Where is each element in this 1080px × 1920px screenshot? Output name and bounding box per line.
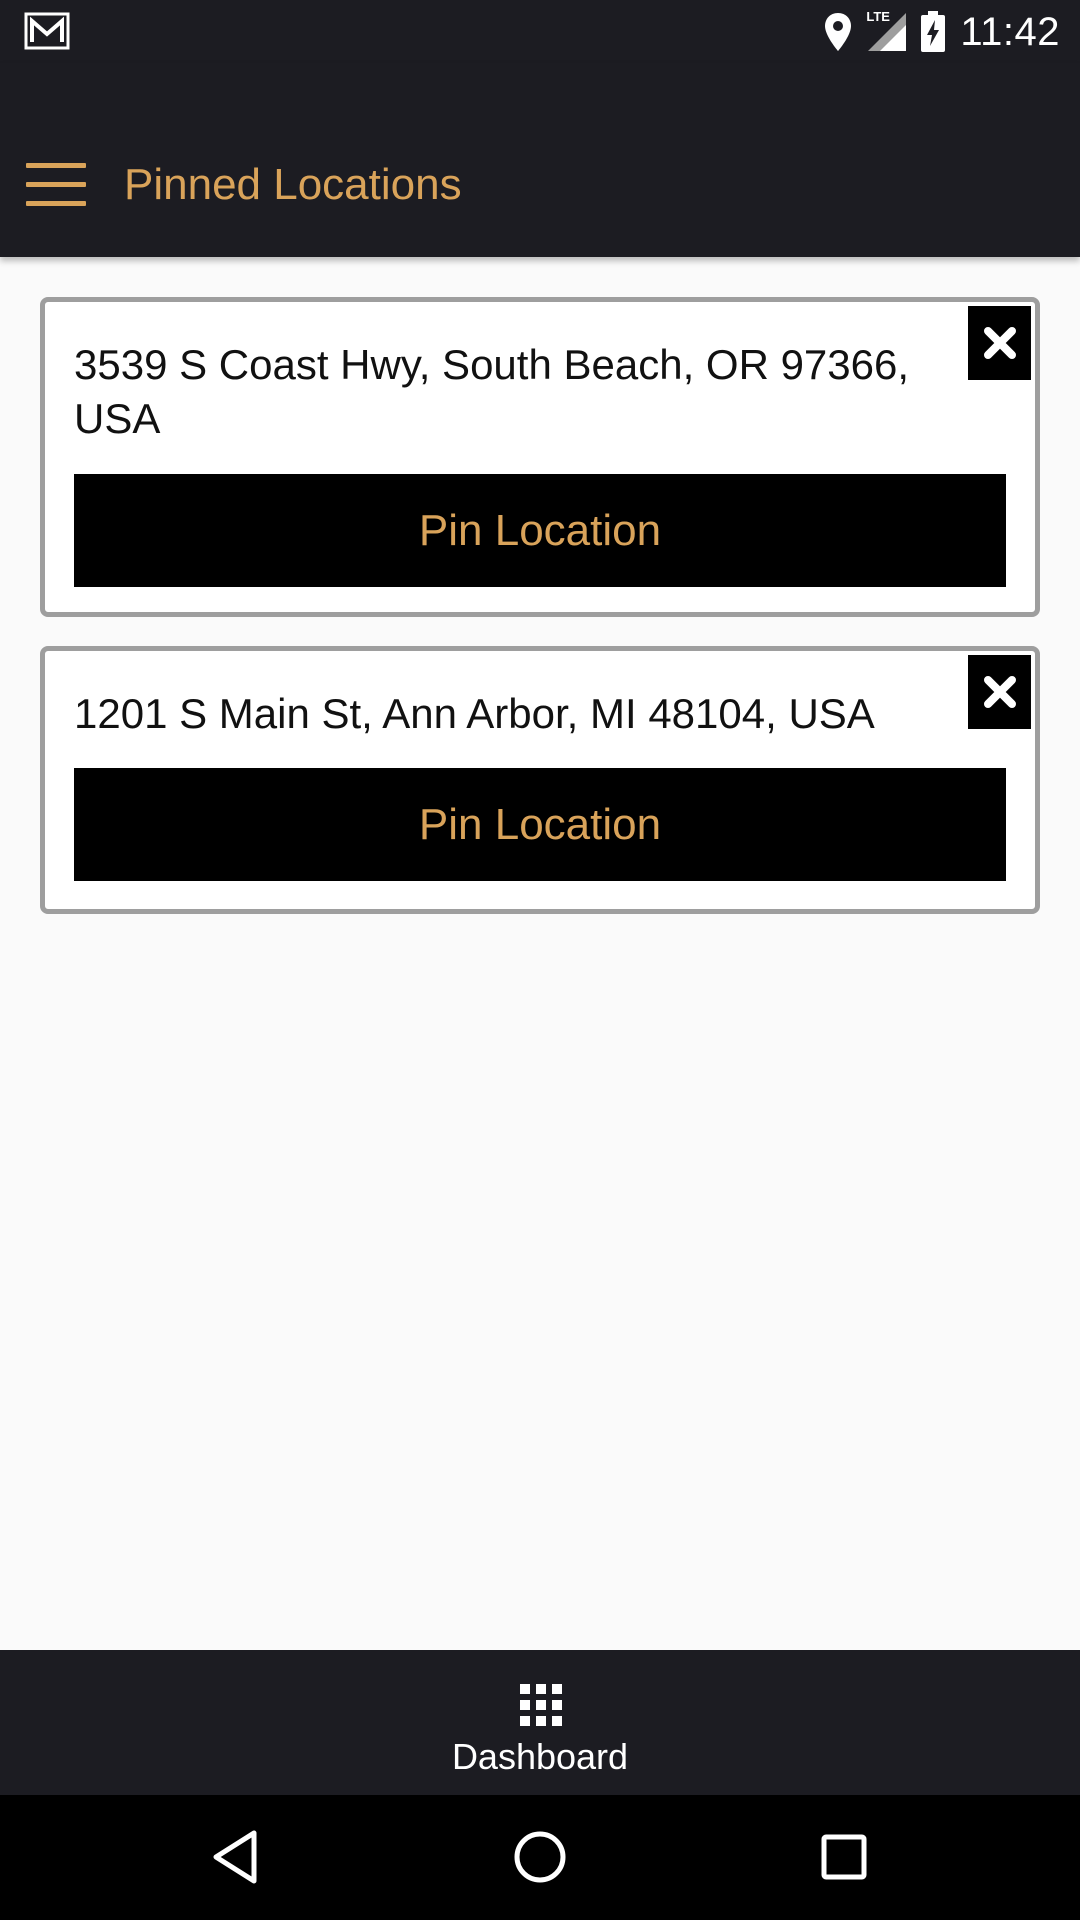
location-address: 1201 S Main St, Ann Arbor, MI 48104, USA xyxy=(74,690,875,737)
pin-location-button[interactable]: Pin Location xyxy=(74,474,1006,587)
back-icon[interactable] xyxy=(206,1827,266,1887)
close-icon xyxy=(983,676,1016,708)
page-title: Pinned Locations xyxy=(124,160,462,209)
location-card: 3539 S Coast Hwy, South Beach, OR 97366,… xyxy=(40,297,1040,617)
status-bar: LTE 11:42 xyxy=(0,0,1080,63)
home-icon[interactable] xyxy=(510,1827,570,1887)
remove-location-button[interactable] xyxy=(968,655,1031,729)
pin-location-button[interactable]: Pin Location xyxy=(74,768,1006,881)
grid-icon xyxy=(520,1684,562,1726)
remove-location-button[interactable] xyxy=(968,306,1031,380)
recents-icon[interactable] xyxy=(814,1827,874,1887)
gmail-icon xyxy=(24,12,70,50)
location-card: 1201 S Main St, Ann Arbor, MI 48104, USA… xyxy=(40,646,1040,914)
location-address: 3539 S Coast Hwy, South Beach, OR 97366,… xyxy=(74,341,910,442)
battery-charging-icon xyxy=(921,11,946,52)
system-nav-bar xyxy=(0,1795,1080,1920)
close-icon xyxy=(983,327,1016,359)
status-time: 11:42 xyxy=(960,9,1060,54)
location-pin-icon xyxy=(825,13,852,51)
hamburger-menu-icon[interactable] xyxy=(26,163,86,207)
network-type-label: LTE xyxy=(866,9,890,24)
dashboard-label: Dashboard xyxy=(451,1736,629,1777)
app-bar: Pinned Locations xyxy=(0,63,1080,257)
status-icons: LTE 11:42 xyxy=(824,8,1060,56)
dashboard-tab[interactable]: Dashboard xyxy=(430,1650,650,1795)
lte-signal-icon: LTE xyxy=(866,9,907,53)
bottom-nav: Dashboard xyxy=(0,1650,1080,1795)
